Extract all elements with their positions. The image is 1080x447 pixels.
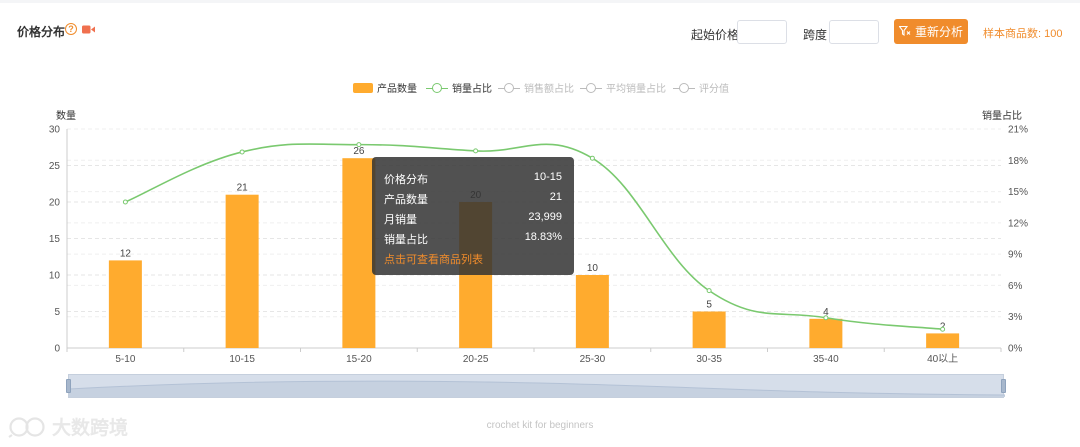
bar (692, 311, 726, 348)
sales-share-point (823, 315, 829, 321)
y-tick-label: 15 (49, 234, 61, 245)
bar (108, 260, 142, 348)
bar (575, 275, 609, 348)
y-tick-label: 20 (49, 198, 61, 209)
bar-value-label: 26 (353, 146, 365, 157)
sales-share-point (940, 326, 946, 332)
x-tick-label: 20-25 (463, 354, 489, 365)
footer-keyword: crochet kit for beginners (486, 420, 594, 431)
bar-value-label: 21 (237, 183, 249, 194)
bar (926, 333, 960, 348)
tooltip-row-sales-share: 销量占比 18.83% (384, 231, 562, 251)
y-tick-label: 10 (49, 271, 61, 282)
y2-tick-label: 21% (1008, 125, 1028, 136)
bar (225, 194, 259, 348)
tooltip-label: 产品数量 (384, 194, 428, 206)
y-tick-label: 0 (54, 344, 60, 355)
sales-share-point (239, 149, 245, 155)
zoom-preview (69, 380, 1005, 397)
sales-share-point (589, 155, 595, 161)
tooltip-value: 21 (549, 191, 562, 203)
x-tick-label: 5-10 (115, 354, 135, 365)
sales-share-point (473, 148, 479, 154)
zoom-handle-right[interactable] (1001, 379, 1006, 393)
y2-tick-label: 3% (1008, 312, 1023, 323)
bar (809, 318, 843, 348)
sales-share-point (356, 142, 362, 148)
zoom-slider[interactable] (66, 374, 1006, 398)
y2-tick-label: 0% (1008, 344, 1023, 355)
tooltip-label: 月销量 (384, 214, 417, 226)
x-tick-label: 35-40 (813, 354, 839, 365)
y2-tick-label: 15% (1008, 187, 1028, 198)
tooltip-value: 23,999 (528, 211, 562, 223)
y-tick-label: 5 (54, 307, 60, 318)
bar-value-label: 5 (706, 300, 712, 311)
x-tick-label: 30-35 (696, 354, 722, 365)
tooltip-row-product-count: 产品数量 21 (384, 191, 562, 211)
tooltip-row-price-range: 价格分布 10-15 (384, 171, 562, 191)
x-tick-label: 15-20 (346, 354, 372, 365)
y2-tick-label: 6% (1008, 281, 1023, 292)
sales-share-point (706, 288, 712, 294)
tooltip-value: 18.83% (524, 231, 562, 243)
tooltip-value: 10-15 (533, 171, 562, 183)
bar (342, 158, 376, 348)
tooltip-row-monthly-sales: 月销量 23,999 (384, 211, 562, 231)
bar-value-label: 10 (587, 263, 599, 274)
y2-tick-label: 9% (1008, 250, 1023, 261)
tooltip-product-list-link[interactable]: 点击可查看商品列表 (384, 251, 562, 267)
zoom-handle-left[interactable] (66, 379, 71, 393)
chart-tooltip: 价格分布 10-15 产品数量 21 月销量 23,999 销量占比 18.83… (372, 157, 574, 275)
tooltip-label: 销量占比 (384, 234, 428, 246)
x-tick-label: 10-15 (229, 354, 255, 365)
tooltip-label: 价格分布 (384, 174, 428, 186)
y2-tick-label: 18% (1008, 156, 1028, 167)
sales-share-point (122, 199, 128, 205)
x-tick-label: 25-30 (580, 354, 606, 365)
x-tick-label: 40以上 (927, 353, 958, 365)
y-tick-label: 30 (49, 125, 61, 136)
y2-tick-label: 12% (1008, 218, 1028, 229)
bar-value-label: 12 (120, 248, 132, 259)
y-tick-label: 25 (49, 161, 61, 172)
